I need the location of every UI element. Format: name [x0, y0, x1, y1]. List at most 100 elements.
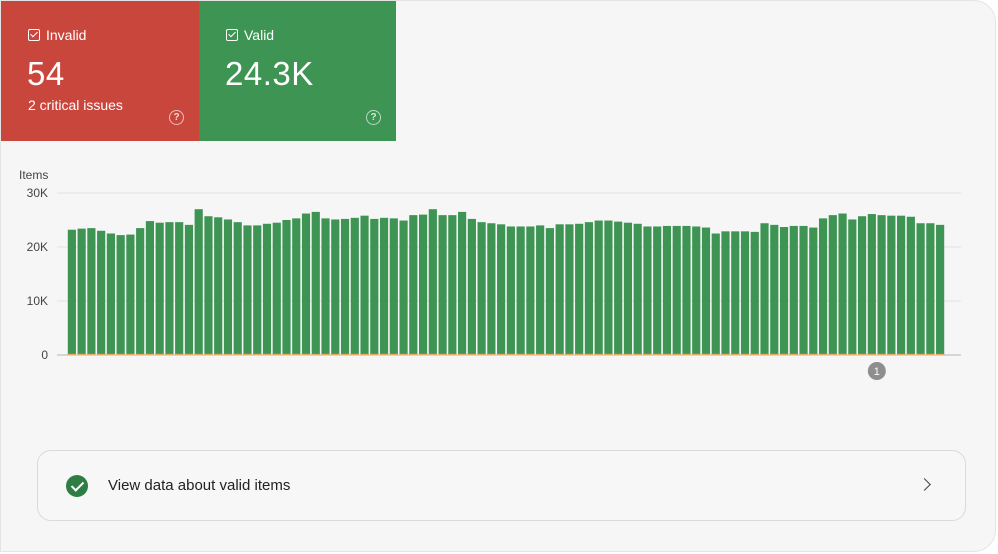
invalid-bar[interactable] — [740, 353, 750, 355]
valid-bar[interactable] — [887, 215, 896, 355]
invalid-bar[interactable] — [233, 353, 242, 355]
valid-bar[interactable] — [419, 214, 428, 355]
valid-bar[interactable] — [301, 213, 311, 355]
valid-bar[interactable] — [662, 225, 672, 355]
valid-bar[interactable] — [389, 218, 398, 355]
valid-bar[interactable] — [204, 216, 213, 355]
invalid-checkbox[interactable] — [28, 29, 40, 41]
valid-bar[interactable] — [721, 231, 730, 355]
invalid-bar[interactable] — [253, 353, 262, 355]
valid-bar[interactable] — [643, 226, 652, 355]
valid-bar[interactable] — [848, 219, 857, 355]
valid-bar[interactable] — [877, 215, 886, 355]
valid-bar[interactable] — [292, 218, 301, 355]
invalid-bar[interactable] — [848, 353, 857, 355]
invalid-bar[interactable] — [867, 353, 876, 355]
valid-bar[interactable] — [262, 223, 272, 355]
help-icon[interactable]: ? — [169, 110, 184, 125]
invalid-bar[interactable] — [458, 353, 467, 355]
valid-bar[interactable] — [594, 220, 603, 355]
help-icon[interactable]: ? — [366, 110, 381, 125]
valid-bar[interactable] — [399, 220, 408, 355]
invalid-bar[interactable] — [594, 353, 603, 355]
valid-bar[interactable] — [184, 224, 194, 355]
valid-bar[interactable] — [711, 233, 720, 356]
valid-bar[interactable] — [672, 225, 681, 355]
valid-bar[interactable] — [516, 226, 525, 355]
valid-bar[interactable] — [409, 215, 418, 355]
valid-bar[interactable] — [828, 215, 837, 355]
invalid-bar[interactable] — [682, 353, 691, 355]
valid-bar[interactable] — [165, 222, 174, 355]
invalid-bar[interactable] — [750, 353, 759, 355]
valid-bar[interactable] — [604, 220, 613, 355]
invalid-bar[interactable] — [77, 353, 86, 355]
valid-bar[interactable] — [379, 217, 389, 355]
valid-bar[interactable] — [223, 219, 233, 355]
valid-bar[interactable] — [750, 231, 759, 355]
valid-bar[interactable] — [350, 217, 359, 355]
invalid-bar[interactable] — [643, 353, 652, 355]
valid-bar[interactable] — [126, 234, 135, 355]
valid-bar[interactable] — [467, 218, 476, 355]
valid-bar[interactable] — [448, 215, 457, 355]
invalid-bar[interactable] — [789, 353, 798, 355]
invalid-bar[interactable] — [379, 353, 389, 355]
invalid-bar[interactable] — [623, 353, 633, 355]
valid-bar[interactable] — [428, 209, 437, 355]
valid-bar[interactable] — [838, 213, 847, 355]
invalid-bar[interactable] — [243, 353, 252, 355]
valid-bar[interactable] — [701, 227, 711, 355]
invalid-bar[interactable] — [165, 353, 174, 355]
valid-items-panel[interactable]: View data about valid items — [37, 450, 966, 521]
valid-bar[interactable] — [321, 218, 330, 355]
invalid-bar[interactable] — [272, 353, 281, 355]
invalid-bar[interactable] — [350, 353, 359, 355]
invalid-bar[interactable] — [467, 353, 476, 355]
valid-bar[interactable] — [809, 227, 818, 355]
valid-bar[interactable] — [360, 215, 369, 355]
invalid-bar[interactable] — [575, 353, 584, 355]
invalid-bar[interactable] — [936, 353, 945, 355]
valid-bar[interactable] — [106, 233, 115, 356]
invalid-bar[interactable] — [497, 353, 506, 355]
valid-bar[interactable] — [331, 219, 340, 355]
invalid-bar[interactable] — [526, 353, 535, 355]
valid-bar[interactable] — [506, 226, 515, 355]
valid-bar[interactable] — [497, 224, 506, 355]
valid-bar[interactable] — [867, 214, 876, 355]
valid-bar[interactable] — [731, 231, 740, 355]
valid-bar[interactable] — [653, 226, 662, 355]
valid-bar[interactable] — [916, 223, 925, 355]
invalid-bar[interactable] — [662, 353, 672, 355]
valid-bar[interactable] — [77, 228, 86, 355]
invalid-bar[interactable] — [155, 353, 164, 355]
valid-bar[interactable] — [458, 211, 467, 355]
invalid-bar[interactable] — [292, 353, 301, 355]
invalid-bar[interactable] — [106, 353, 115, 355]
invalid-bar[interactable] — [282, 353, 291, 355]
valid-bar[interactable] — [370, 218, 379, 355]
invalid-bar[interactable] — [116, 353, 125, 355]
valid-bar[interactable] — [584, 222, 593, 355]
invalid-bar[interactable] — [653, 353, 662, 355]
invalid-bar[interactable] — [711, 353, 720, 355]
valid-bar[interactable] — [565, 224, 574, 355]
valid-bar[interactable] — [145, 221, 154, 355]
valid-bar[interactable] — [136, 228, 145, 355]
valid-bar[interactable] — [536, 225, 545, 355]
valid-bar[interactable] — [116, 235, 125, 355]
chevron-right-icon[interactable] — [918, 478, 931, 491]
valid-bar[interactable] — [87, 228, 96, 355]
invalid-bar[interactable] — [331, 353, 340, 355]
invalid-bar[interactable] — [409, 353, 418, 355]
valid-bar[interactable] — [682, 225, 691, 355]
invalid-bar[interactable] — [516, 353, 525, 355]
valid-bar[interactable] — [311, 211, 320, 355]
invalid-bar[interactable] — [145, 353, 154, 355]
valid-bar[interactable] — [633, 223, 642, 355]
invalid-bar[interactable] — [506, 353, 515, 355]
valid-bar[interactable] — [936, 224, 945, 355]
invalid-bar[interactable] — [672, 353, 681, 355]
invalid-bar[interactable] — [136, 353, 145, 355]
